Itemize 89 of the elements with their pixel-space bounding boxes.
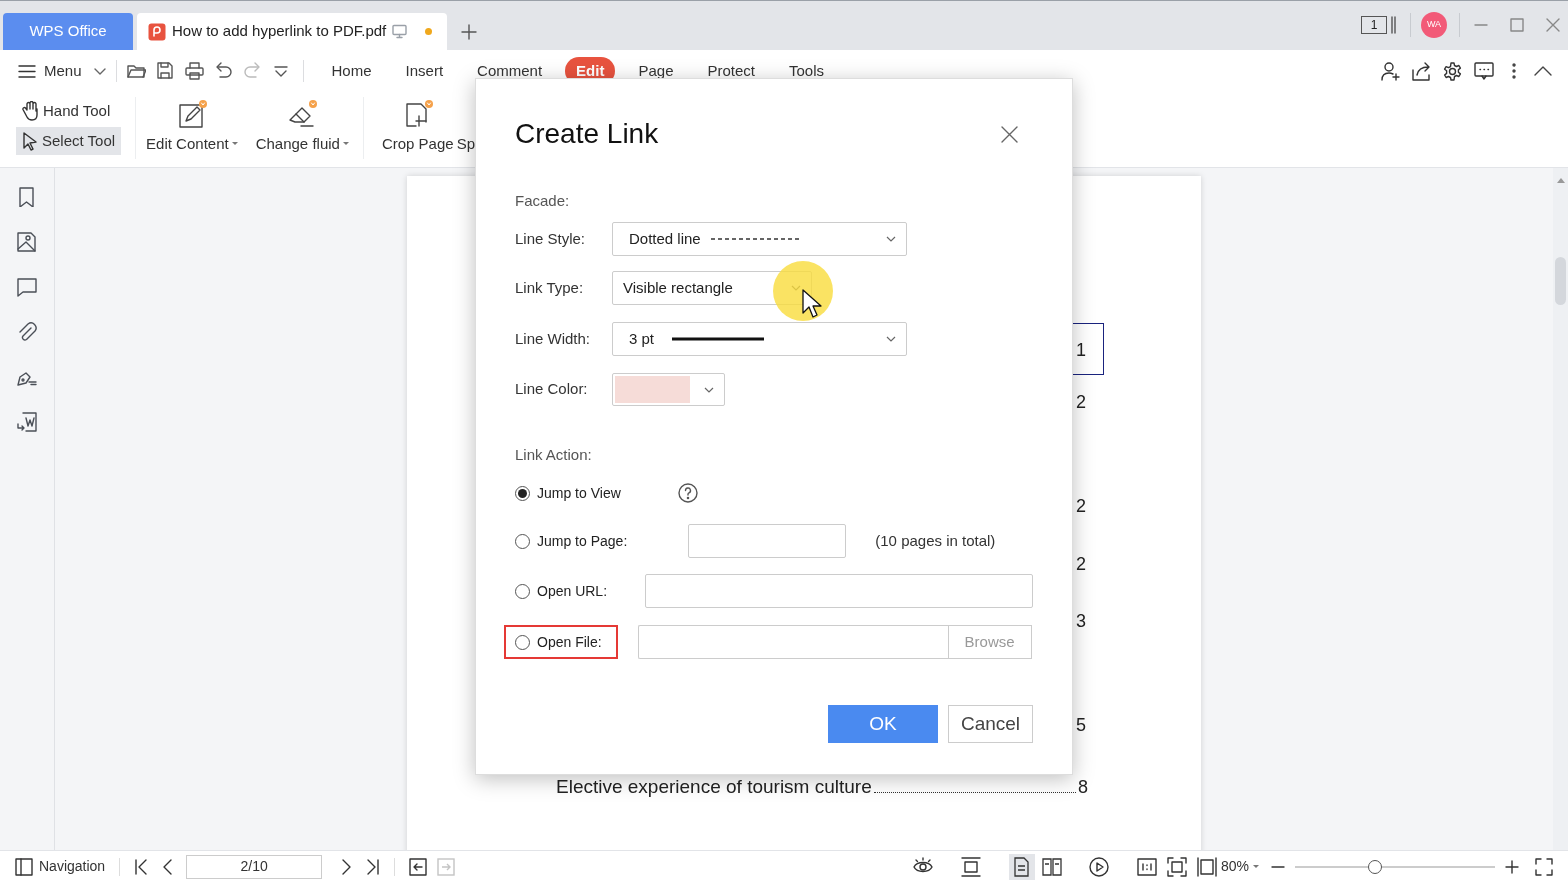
page-count-note: (10 pages in total) xyxy=(875,530,996,551)
page-number: 1 xyxy=(1076,340,1086,360)
actual-size-icon[interactable] xyxy=(1136,856,1157,877)
comment-icon[interactable] xyxy=(1474,62,1494,80)
close-icon[interactable] xyxy=(1546,18,1560,32)
previous-page-icon[interactable] xyxy=(162,858,173,875)
tool-button[interactable]: Select Tool xyxy=(16,127,122,155)
section-label: Link Action: xyxy=(515,446,592,463)
last-page-icon[interactable] xyxy=(366,858,381,875)
color-picker[interactable] xyxy=(612,373,725,406)
ribbon-tab[interactable]: Home xyxy=(320,57,383,85)
page-number: 3 xyxy=(1076,611,1086,631)
field-label: Line Color: xyxy=(515,379,589,400)
help-icon[interactable] xyxy=(677,483,698,503)
caret-icon xyxy=(93,67,106,75)
back-icon[interactable] xyxy=(409,857,428,876)
fit-page-icon[interactable] xyxy=(1166,856,1187,877)
first-page-icon[interactable] xyxy=(134,858,149,875)
line-style-dropdown[interactable]: Dotted line xyxy=(612,222,907,256)
zoom-dropdown[interactable]: 80% xyxy=(1220,856,1259,877)
save-icon[interactable] xyxy=(155,62,175,80)
fit-width-icon[interactable] xyxy=(960,856,981,877)
pointer-icon xyxy=(22,131,38,151)
paperclip-icon[interactable] xyxy=(17,322,37,342)
fullscreen-icon[interactable] xyxy=(1535,857,1553,876)
sidebar-icon xyxy=(15,857,33,876)
print-icon[interactable] xyxy=(184,62,204,80)
page-number: 5 xyxy=(1076,715,1086,735)
caret-icon xyxy=(886,336,896,342)
section-label: Facade: xyxy=(515,192,570,209)
tool-button[interactable]: Edit Content xyxy=(146,97,238,155)
menu-button[interactable]: Menu xyxy=(18,59,106,83)
comment-icon[interactable] xyxy=(17,277,37,297)
field-label: Line Style: xyxy=(515,228,587,249)
zoom-in-icon[interactable] xyxy=(1505,859,1519,874)
radio-label: Open File: xyxy=(537,632,602,652)
page-field[interactable]: 2/10 xyxy=(186,854,323,879)
window-count-button[interactable]: 1 xyxy=(1361,16,1387,34)
share-icon[interactable] xyxy=(1412,61,1431,81)
scrollbar-thumb[interactable] xyxy=(1555,257,1566,305)
line-width-dropdown[interactable]: 3 pt xyxy=(612,322,907,356)
monitor-icon xyxy=(392,24,408,39)
next-page-icon[interactable] xyxy=(342,858,353,875)
single-page-button[interactable] xyxy=(1008,853,1035,880)
radio-label: Open URL: xyxy=(537,581,608,601)
pointer-icon xyxy=(802,289,822,319)
radio-label: Jump to Page: xyxy=(537,531,628,551)
field-label: Line Width: xyxy=(515,328,592,349)
tool-button[interactable]: Hand Tool xyxy=(16,97,122,125)
caret-icon xyxy=(1253,864,1259,869)
open-folder-icon[interactable] xyxy=(126,62,146,80)
tool-button[interactable]: Crop Page xyxy=(381,97,454,155)
add-user-icon[interactable] xyxy=(1381,61,1400,81)
hand-icon xyxy=(22,101,39,121)
page-number: 2 xyxy=(1076,554,1086,574)
menu-icon xyxy=(18,63,36,79)
zoom-slider-thumb[interactable] xyxy=(1368,859,1382,874)
pdf-file-icon xyxy=(148,22,166,41)
settings-icon[interactable] xyxy=(1443,61,1462,81)
tool-button[interactable]: Sp xyxy=(456,97,475,155)
cancel-button[interactable]: Cancel xyxy=(948,705,1033,743)
tab-title: How to add hyperlink to PDF.pdf xyxy=(172,21,387,42)
dialog-title: Create Link xyxy=(515,117,659,151)
file-input[interactable] xyxy=(637,625,948,659)
navigation-button[interactable]: Navigation xyxy=(15,856,106,877)
toc-entry: Elective experience of tourism culture xyxy=(556,777,872,797)
close-icon[interactable] xyxy=(1001,125,1018,143)
fit-height-icon[interactable] xyxy=(1196,856,1217,877)
caret-icon xyxy=(886,236,896,242)
more-icon[interactable] xyxy=(1512,63,1516,79)
stack-icon xyxy=(1391,16,1396,34)
new-tab-icon[interactable] xyxy=(461,23,477,40)
caret-icon xyxy=(704,386,714,393)
page-input[interactable] xyxy=(688,524,847,558)
radio-label: Jump to View xyxy=(537,483,621,503)
collapse-icon[interactable] xyxy=(1534,66,1552,76)
tool-button[interactable]: Change fluid xyxy=(255,97,349,155)
url-input[interactable] xyxy=(645,574,1033,608)
play-icon[interactable] xyxy=(1088,856,1109,877)
bookmark-icon[interactable] xyxy=(17,187,37,207)
image-icon[interactable] xyxy=(17,232,37,252)
ribbon-tab[interactable]: Insert xyxy=(394,57,455,85)
tab[interactable]: How to add hyperlink to PDF.pdf xyxy=(137,13,447,50)
field-label: Link Type: xyxy=(515,277,585,298)
convert-icon[interactable] xyxy=(17,412,37,432)
page-number: 2 xyxy=(1076,496,1086,516)
page-number: 8 xyxy=(1078,777,1088,797)
page-number: 2 xyxy=(1076,392,1086,412)
zoom-slider-track[interactable] xyxy=(1295,858,1495,875)
